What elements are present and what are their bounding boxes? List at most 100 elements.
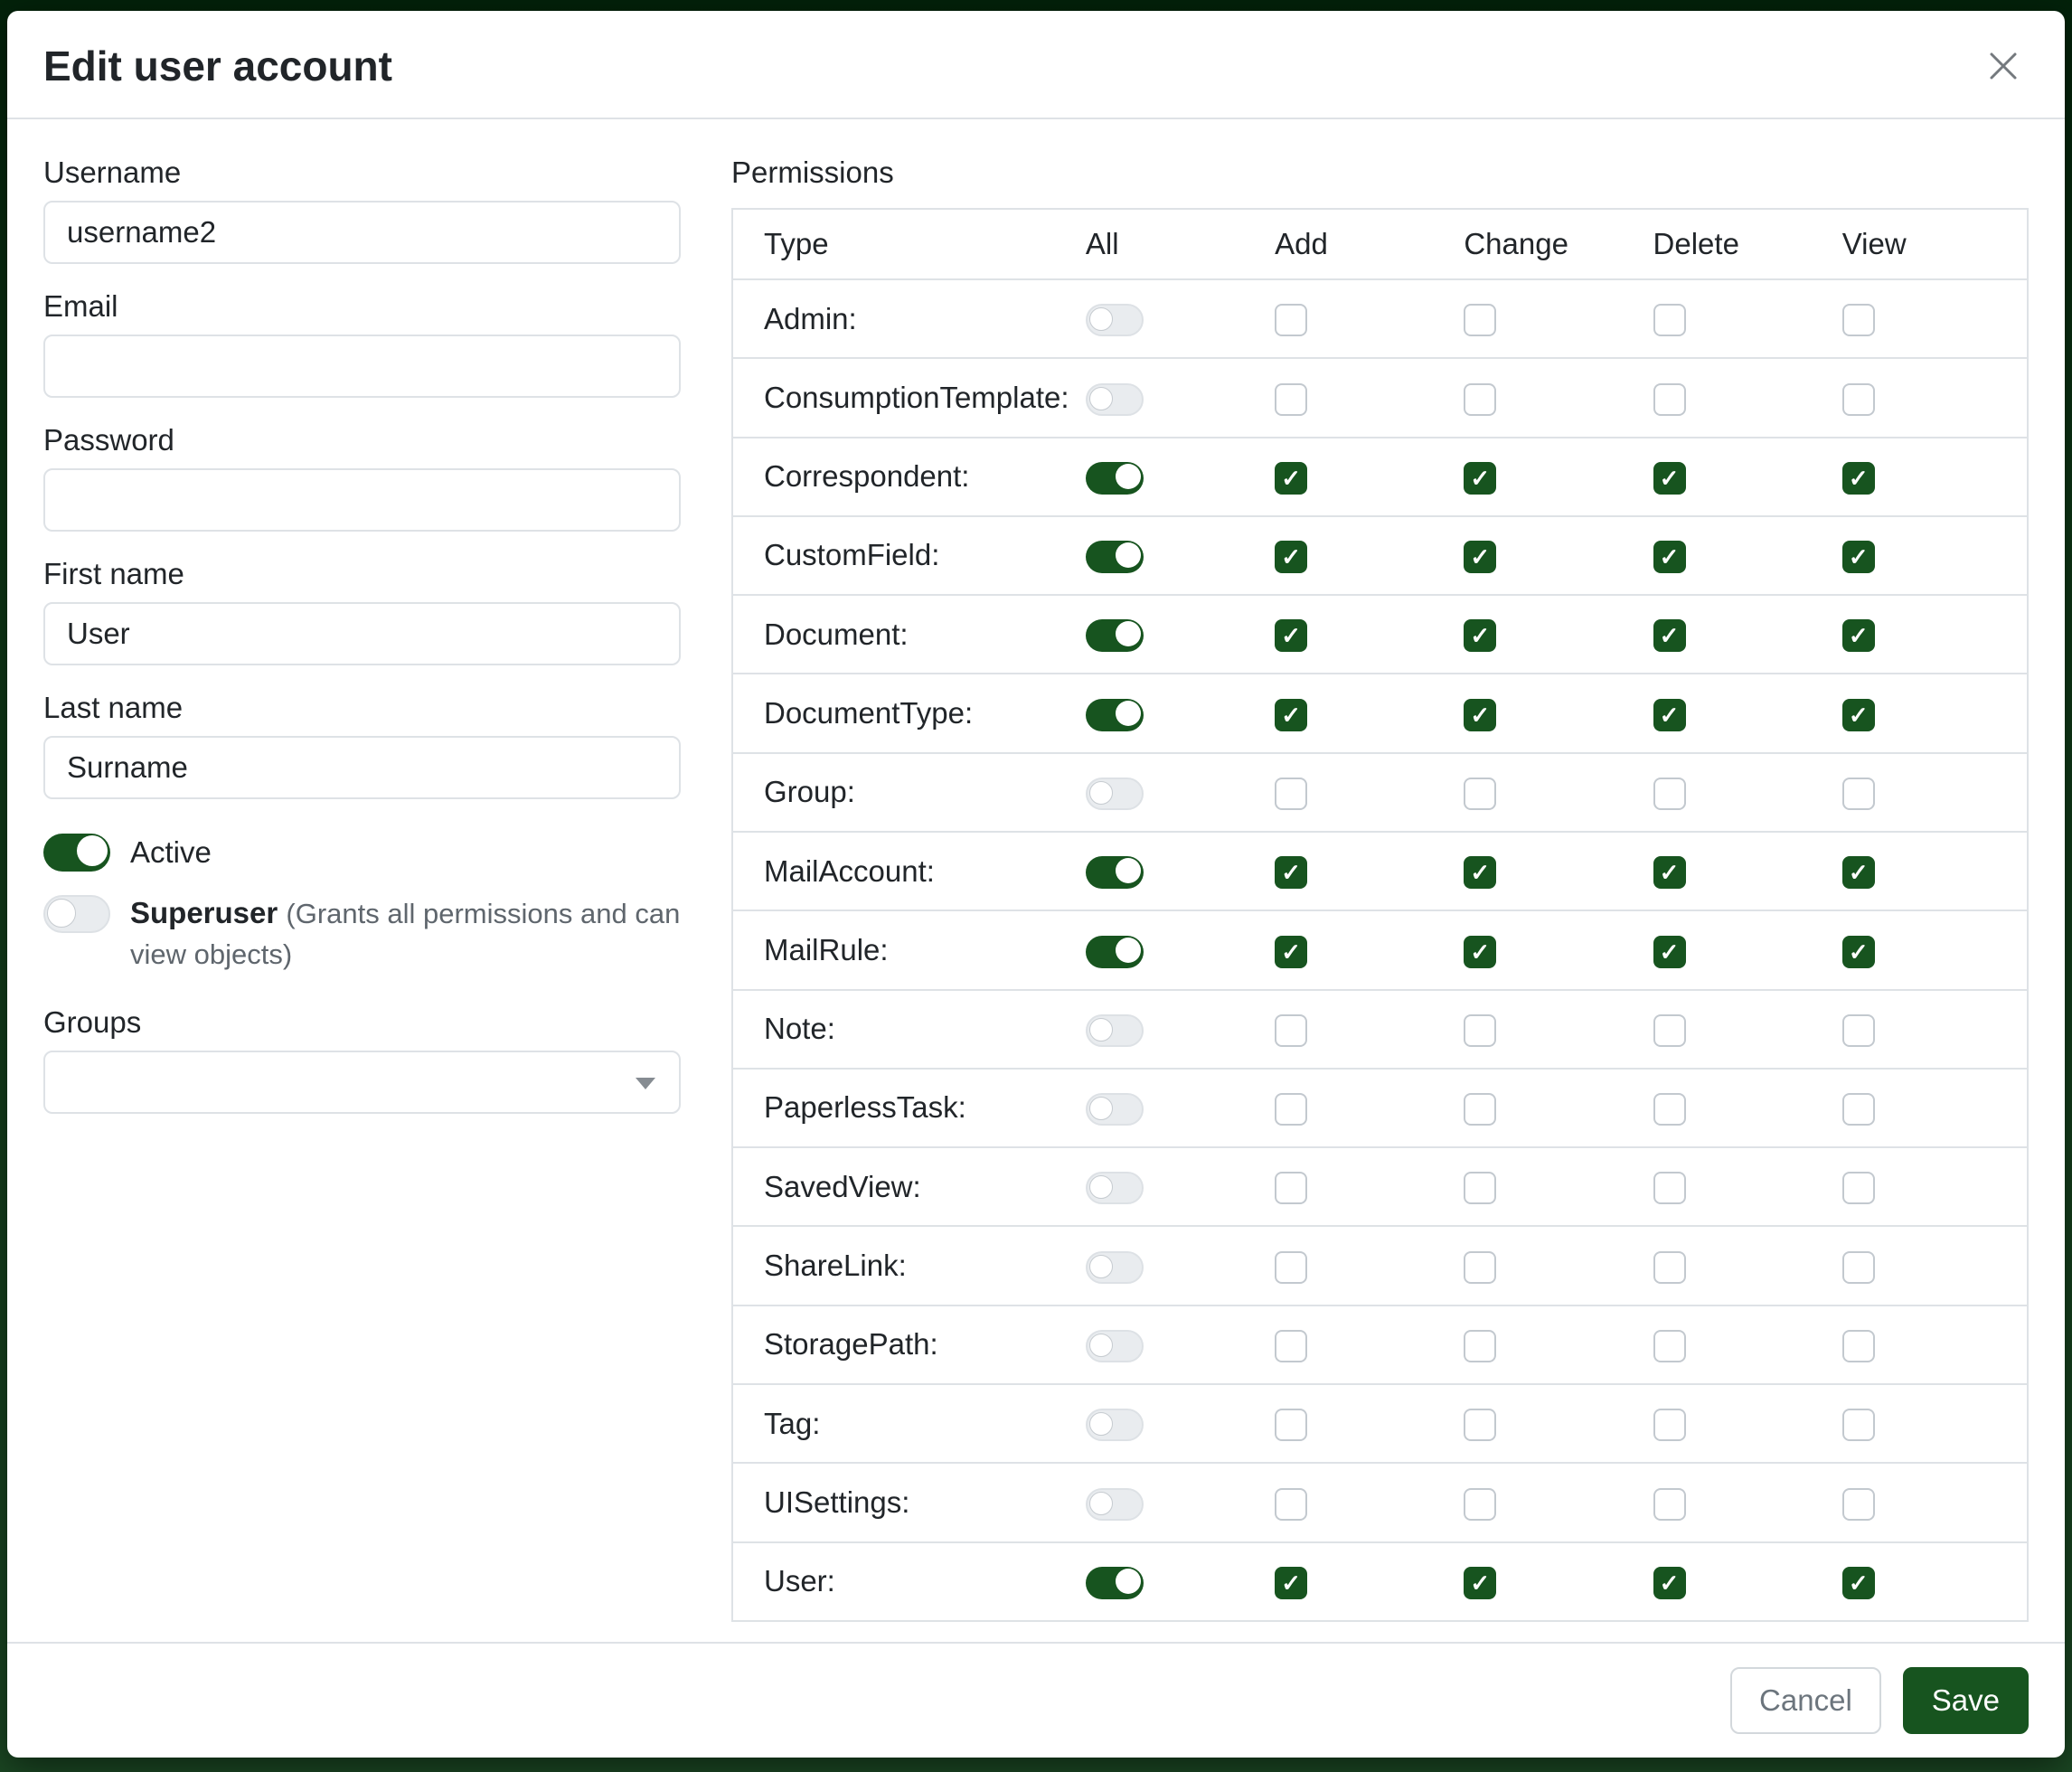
permission-change-checkbox[interactable]: [1464, 619, 1496, 652]
permission-view-checkbox[interactable]: [1842, 1488, 1875, 1521]
permission-view-checkbox[interactable]: [1842, 383, 1875, 416]
permission-view-checkbox[interactable]: [1842, 1251, 1875, 1284]
username-input[interactable]: [43, 201, 681, 264]
permission-add-checkbox[interactable]: [1275, 1409, 1307, 1441]
permission-add-checkbox[interactable]: [1275, 1251, 1307, 1284]
permission-view-checkbox[interactable]: [1842, 699, 1875, 731]
permission-change-checkbox[interactable]: [1464, 1488, 1496, 1521]
permission-view-checkbox[interactable]: [1842, 778, 1875, 810]
groups-select[interactable]: [43, 1051, 681, 1114]
permission-change-checkbox[interactable]: [1464, 856, 1496, 889]
permission-view-checkbox[interactable]: [1842, 619, 1875, 652]
permission-add-checkbox[interactable]: [1275, 462, 1307, 495]
permission-add-checkbox[interactable]: [1275, 1330, 1307, 1362]
permission-all-toggle[interactable]: [1086, 383, 1144, 416]
username-field-group: Username: [43, 156, 681, 264]
permission-delete-checkbox[interactable]: [1653, 1330, 1686, 1362]
permission-delete-checkbox[interactable]: [1653, 1251, 1686, 1284]
permission-all-toggle[interactable]: [1086, 856, 1144, 889]
permission-delete-checkbox[interactable]: [1653, 1014, 1686, 1047]
cancel-button[interactable]: Cancel: [1730, 1667, 1881, 1734]
permission-add-checkbox[interactable]: [1275, 1172, 1307, 1204]
permission-add-checkbox[interactable]: [1275, 304, 1307, 336]
permission-change-checkbox[interactable]: [1464, 699, 1496, 731]
permission-view-checkbox[interactable]: [1842, 1014, 1875, 1047]
permission-change-checkbox[interactable]: [1464, 1093, 1496, 1126]
password-input[interactable]: [43, 468, 681, 532]
permission-view-checkbox[interactable]: [1842, 462, 1875, 495]
permission-add-checkbox[interactable]: [1275, 383, 1307, 416]
permission-add-checkbox[interactable]: [1275, 699, 1307, 731]
permission-change-checkbox[interactable]: [1464, 541, 1496, 573]
permission-delete-checkbox[interactable]: [1653, 1567, 1686, 1599]
permission-all-toggle[interactable]: [1086, 1409, 1144, 1441]
permission-delete-cell: [1650, 595, 1839, 674]
permission-all-toggle[interactable]: [1086, 462, 1144, 495]
permission-change-checkbox[interactable]: [1464, 462, 1496, 495]
permission-view-checkbox[interactable]: [1842, 936, 1875, 968]
permission-change-checkbox[interactable]: [1464, 1251, 1496, 1284]
permission-change-checkbox[interactable]: [1464, 936, 1496, 968]
permission-all-toggle[interactable]: [1086, 1172, 1144, 1204]
toggle-knob: [1116, 858, 1141, 883]
permission-add-checkbox[interactable]: [1275, 778, 1307, 810]
permission-delete-checkbox[interactable]: [1653, 383, 1686, 416]
permission-all-toggle[interactable]: [1086, 1488, 1144, 1521]
permission-add-checkbox[interactable]: [1275, 856, 1307, 889]
permission-all-toggle[interactable]: [1086, 541, 1144, 573]
permission-view-checkbox[interactable]: [1842, 1567, 1875, 1599]
email-input[interactable]: [43, 335, 681, 398]
permission-delete-checkbox[interactable]: [1653, 936, 1686, 968]
permission-add-checkbox[interactable]: [1275, 1567, 1307, 1599]
permission-delete-checkbox[interactable]: [1653, 541, 1686, 573]
permission-view-checkbox[interactable]: [1842, 304, 1875, 336]
save-button[interactable]: Save: [1903, 1667, 2029, 1734]
superuser-toggle[interactable]: [43, 895, 110, 933]
permission-add-checkbox[interactable]: [1275, 1093, 1307, 1126]
permission-add-checkbox[interactable]: [1275, 1014, 1307, 1047]
permission-delete-checkbox[interactable]: [1653, 304, 1686, 336]
permission-add-checkbox[interactable]: [1275, 619, 1307, 652]
permission-delete-checkbox[interactable]: [1653, 462, 1686, 495]
permission-change-checkbox[interactable]: [1464, 1567, 1496, 1599]
permission-all-toggle[interactable]: [1086, 778, 1144, 810]
permission-view-checkbox[interactable]: [1842, 1409, 1875, 1441]
close-button[interactable]: [1982, 44, 2025, 88]
permission-delete-checkbox[interactable]: [1653, 1172, 1686, 1204]
permission-view-checkbox[interactable]: [1842, 1330, 1875, 1362]
permission-all-toggle[interactable]: [1086, 1330, 1144, 1362]
permission-change-checkbox[interactable]: [1464, 304, 1496, 336]
permission-all-toggle[interactable]: [1086, 699, 1144, 731]
permission-all-toggle[interactable]: [1086, 1014, 1144, 1047]
permission-delete-checkbox[interactable]: [1653, 1409, 1686, 1441]
permission-delete-checkbox[interactable]: [1653, 1488, 1686, 1521]
permission-delete-checkbox[interactable]: [1653, 778, 1686, 810]
permission-delete-checkbox[interactable]: [1653, 856, 1686, 889]
permission-add-checkbox[interactable]: [1275, 936, 1307, 968]
permission-view-checkbox[interactable]: [1842, 1172, 1875, 1204]
permission-view-checkbox[interactable]: [1842, 1093, 1875, 1126]
permission-all-toggle[interactable]: [1086, 304, 1144, 336]
permission-delete-checkbox[interactable]: [1653, 1093, 1686, 1126]
permission-delete-checkbox[interactable]: [1653, 619, 1686, 652]
permission-all-toggle[interactable]: [1086, 1251, 1144, 1284]
permission-view-checkbox[interactable]: [1842, 856, 1875, 889]
permission-all-toggle[interactable]: [1086, 619, 1144, 652]
permission-all-toggle[interactable]: [1086, 1567, 1144, 1599]
permission-add-checkbox[interactable]: [1275, 541, 1307, 573]
permission-change-checkbox[interactable]: [1464, 383, 1496, 416]
active-toggle[interactable]: [43, 834, 110, 872]
permission-change-checkbox[interactable]: [1464, 1172, 1496, 1204]
permission-all-toggle[interactable]: [1086, 1093, 1144, 1126]
permission-change-checkbox[interactable]: [1464, 778, 1496, 810]
permission-all-toggle[interactable]: [1086, 936, 1144, 968]
permission-add-checkbox[interactable]: [1275, 1488, 1307, 1521]
permission-change-checkbox[interactable]: [1464, 1330, 1496, 1362]
permission-change-checkbox[interactable]: [1464, 1014, 1496, 1047]
last-name-input[interactable]: [43, 736, 681, 799]
permission-delete-checkbox[interactable]: [1653, 699, 1686, 731]
permission-type-label: Document:: [732, 595, 1082, 674]
permission-view-checkbox[interactable]: [1842, 541, 1875, 573]
permission-change-checkbox[interactable]: [1464, 1409, 1496, 1441]
first-name-input[interactable]: [43, 602, 681, 665]
